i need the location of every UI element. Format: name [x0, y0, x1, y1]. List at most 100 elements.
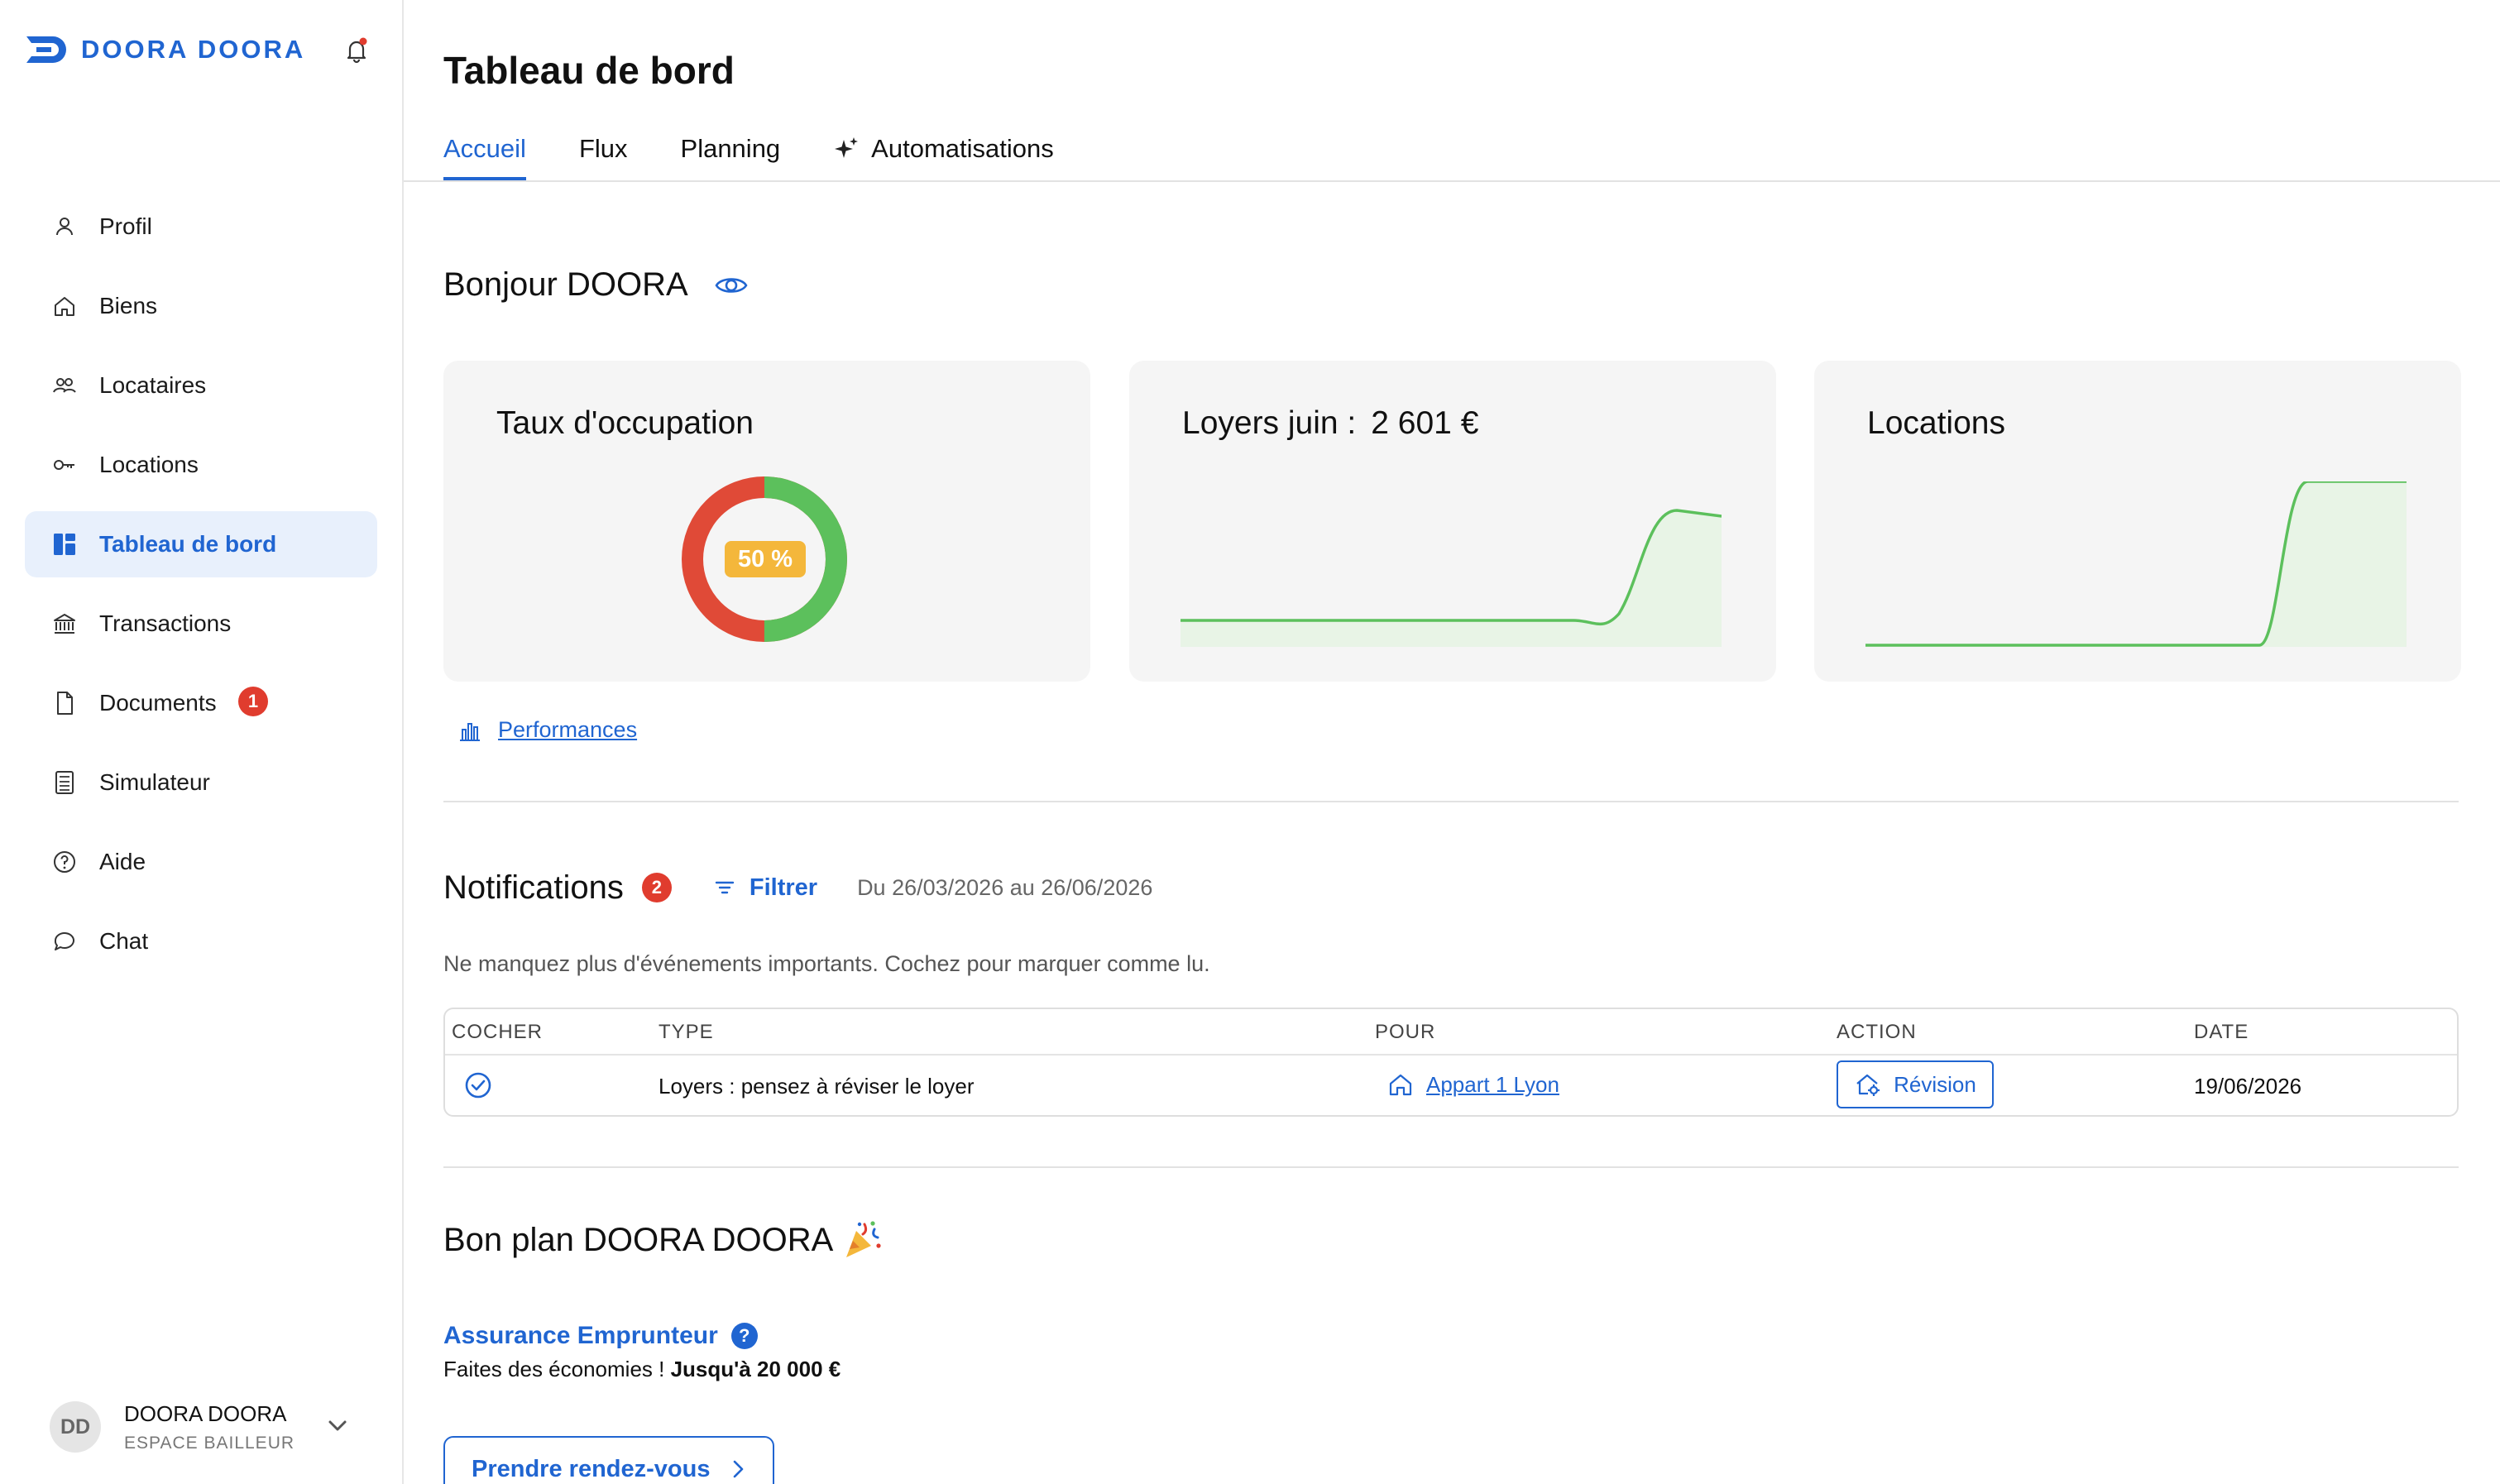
calculator-icon	[55, 771, 74, 794]
economy-amount: Jusqu'à 20 000 €	[670, 1357, 841, 1381]
sidebar-item-tableau-de-bord[interactable]: Tableau de bord	[25, 511, 377, 577]
sidebar-item-label: Biens	[99, 293, 158, 318]
sidebar-item-label: Documents	[99, 690, 217, 716]
performances-link[interactable]: Performances	[457, 716, 637, 743]
section-divider	[443, 1166, 2459, 1168]
sidebar-item-locataires[interactable]: Locataires	[25, 352, 377, 419]
brand-logo[interactable]: DOORA DOORA	[25, 33, 305, 66]
tab-flux[interactable]: Flux	[579, 134, 628, 182]
occupation-title: Taux d'occupation	[496, 405, 754, 441]
user-name: DOORA DOORA	[124, 1400, 287, 1426]
loyers-title: Loyers juin : 2 601 €	[1182, 405, 1478, 442]
column-header-action: ACTION	[1837, 1021, 1917, 1043]
loyers-card[interactable]: Loyers juin : 2 601 €	[1129, 361, 1776, 682]
date-range: Du 26/03/2026 au 26/06/2026	[857, 874, 1153, 900]
sidebar-item-label: Locataires	[99, 372, 207, 398]
revision-button-label: Révision	[1894, 1071, 1976, 1097]
locations-title: Locations	[1867, 405, 2005, 441]
revision-button[interactable]: Révision	[1837, 1060, 1994, 1108]
sidebar-item-locations[interactable]: Locations	[25, 432, 377, 498]
document-icon	[57, 692, 73, 715]
sidebar-item-simulateur[interactable]: Simulateur	[25, 749, 377, 816]
sidebar-item-label: Aide	[99, 849, 146, 874]
sidebar-nav: Profil Biens Locataires Locations Tablea…	[25, 194, 377, 988]
eye-icon[interactable]	[713, 267, 750, 304]
row-pour-label: Appart 1 Lyon	[1426, 1071, 1559, 1097]
column-header-pour: POUR	[1375, 1021, 1436, 1043]
bar-chart-icon	[460, 723, 480, 741]
user-menu[interactable]: DD DOORA DOORA ESPACE BAILLEUR	[50, 1398, 372, 1456]
logo-mark-icon	[26, 36, 66, 63]
user-role: ESPACE BAILLEUR	[124, 1433, 295, 1453]
tab-label: Planning	[680, 134, 781, 163]
sidebar-item-label: Profil	[99, 213, 152, 239]
tab-label: Accueil	[443, 134, 526, 163]
filter-button[interactable]: Filtrer	[713, 874, 817, 902]
assurance-offer: Assurance Emprunteur ?	[443, 1322, 758, 1350]
key-icon	[54, 460, 74, 470]
users-icon	[53, 378, 76, 393]
documents-count-badge: 1	[238, 687, 268, 716]
sidebar: DOORA DOORA Profil Biens Locataires Loca…	[0, 0, 404, 1484]
economy-text: Faites des économies ! Jusqu'à 20 000 €	[443, 1357, 841, 1382]
occupation-card[interactable]: Taux d'occupation 50 %	[443, 361, 1090, 682]
tab-bar: Accueil Flux Planning Automatisations	[443, 134, 1107, 182]
column-header-date: DATE	[2194, 1021, 2249, 1043]
sidebar-item-chat[interactable]: Chat	[25, 908, 377, 974]
tab-accueil[interactable]: Accueil	[443, 134, 526, 182]
column-header-type: TYPE	[659, 1021, 714, 1043]
locations-card[interactable]: Locations	[1814, 361, 2461, 682]
sidebar-item-label: Chat	[99, 928, 149, 954]
user-info: DOORA DOORA ESPACE BAILLEUR	[124, 1401, 295, 1453]
assurance-title[interactable]: Assurance Emprunteur	[443, 1322, 718, 1350]
chevron-right-icon	[734, 1460, 744, 1478]
row-pour-link[interactable]: Appart 1 Lyon	[1386, 1070, 1559, 1099]
tab-label: Flux	[578, 134, 628, 163]
locations-trend-chart	[1865, 481, 2407, 647]
page-title: Tableau de bord	[443, 49, 735, 92]
loyers-label: Loyers juin :	[1182, 405, 1357, 441]
home-icon	[1389, 1074, 1412, 1096]
section-divider	[443, 801, 2459, 802]
check-circle-icon[interactable]	[463, 1070, 493, 1100]
tab-label: Automatisations	[871, 134, 1054, 163]
loyers-trend-chart	[1181, 509, 1722, 647]
avatar: DD	[50, 1401, 101, 1453]
economy-lead: Faites des économies !	[443, 1357, 671, 1381]
notifications-count-badge: 2	[641, 873, 672, 902]
sidebar-item-aide[interactable]: Aide	[25, 829, 377, 895]
sidebar-item-label: Transactions	[99, 610, 232, 636]
sidebar-item-label: Locations	[99, 452, 199, 477]
tab-automatisations[interactable]: Automatisations	[833, 134, 1054, 182]
sidebar-item-label: Tableau de bord	[99, 531, 277, 557]
dashboard-icon	[54, 534, 75, 555]
chevron-down-icon[interactable]	[323, 1411, 352, 1441]
loyers-trend-area	[1181, 510, 1722, 647]
filter-icon	[715, 881, 735, 894]
chat-icon	[54, 932, 74, 950]
column-header-cocher: COCHER	[452, 1021, 544, 1043]
row-type: Loyers : pensez à réviser le loyer	[659, 1074, 975, 1099]
loyers-value: 2 601 €	[1371, 405, 1479, 441]
sidebar-item-profil[interactable]: Profil	[25, 194, 377, 260]
party-popper-icon	[846, 1221, 881, 1257]
notifications-description: Ne manquez plus d'événements importants.…	[443, 951, 1210, 976]
tab-planning[interactable]: Planning	[681, 134, 781, 182]
sidebar-item-transactions[interactable]: Transactions	[25, 591, 377, 657]
home-icon	[55, 297, 74, 316]
home-settings-icon	[1856, 1074, 1880, 1096]
notifications-table: COCHER TYPE POUR ACTION DATE Loyers : pe…	[443, 1008, 2459, 1117]
help-badge-icon[interactable]: ?	[730, 1323, 758, 1349]
notifications-header: Notifications 2 Filtrer Du 26/03/2026 au…	[443, 867, 1152, 908]
tabs-divider	[404, 180, 2500, 182]
notification-bell-icon[interactable]	[342, 36, 371, 65]
prendre-rendez-vous-button[interactable]: Prendre rendez-vous	[443, 1436, 774, 1484]
help-icon	[54, 851, 75, 873]
bank-icon	[54, 614, 75, 634]
sidebar-item-biens[interactable]: Biens	[25, 273, 377, 339]
greeting: Bonjour DOORA	[443, 266, 750, 304]
table-header-divider	[445, 1054, 2457, 1056]
sidebar-item-documents[interactable]: Documents 1	[25, 670, 377, 736]
greeting-text: Bonjour DOORA	[443, 266, 688, 303]
user-icon	[56, 218, 73, 236]
